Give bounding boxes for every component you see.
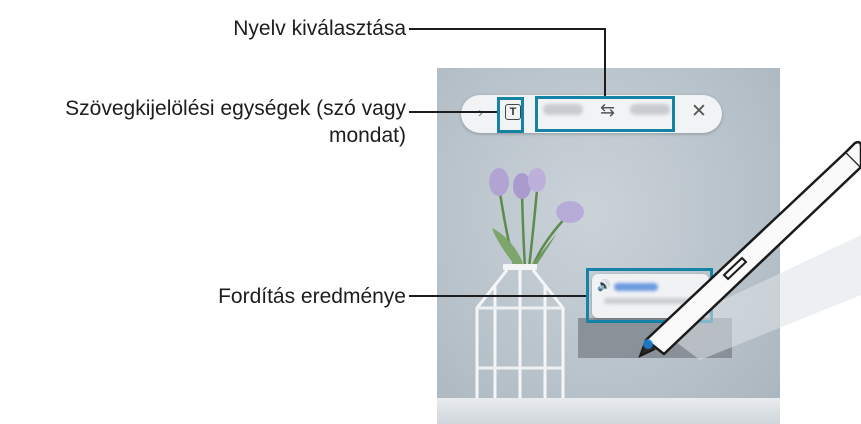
annotation-overlay xyxy=(409,28,861,360)
leader-lines xyxy=(409,28,606,297)
leader-language xyxy=(409,28,606,96)
s-pen-icon xyxy=(638,140,861,360)
